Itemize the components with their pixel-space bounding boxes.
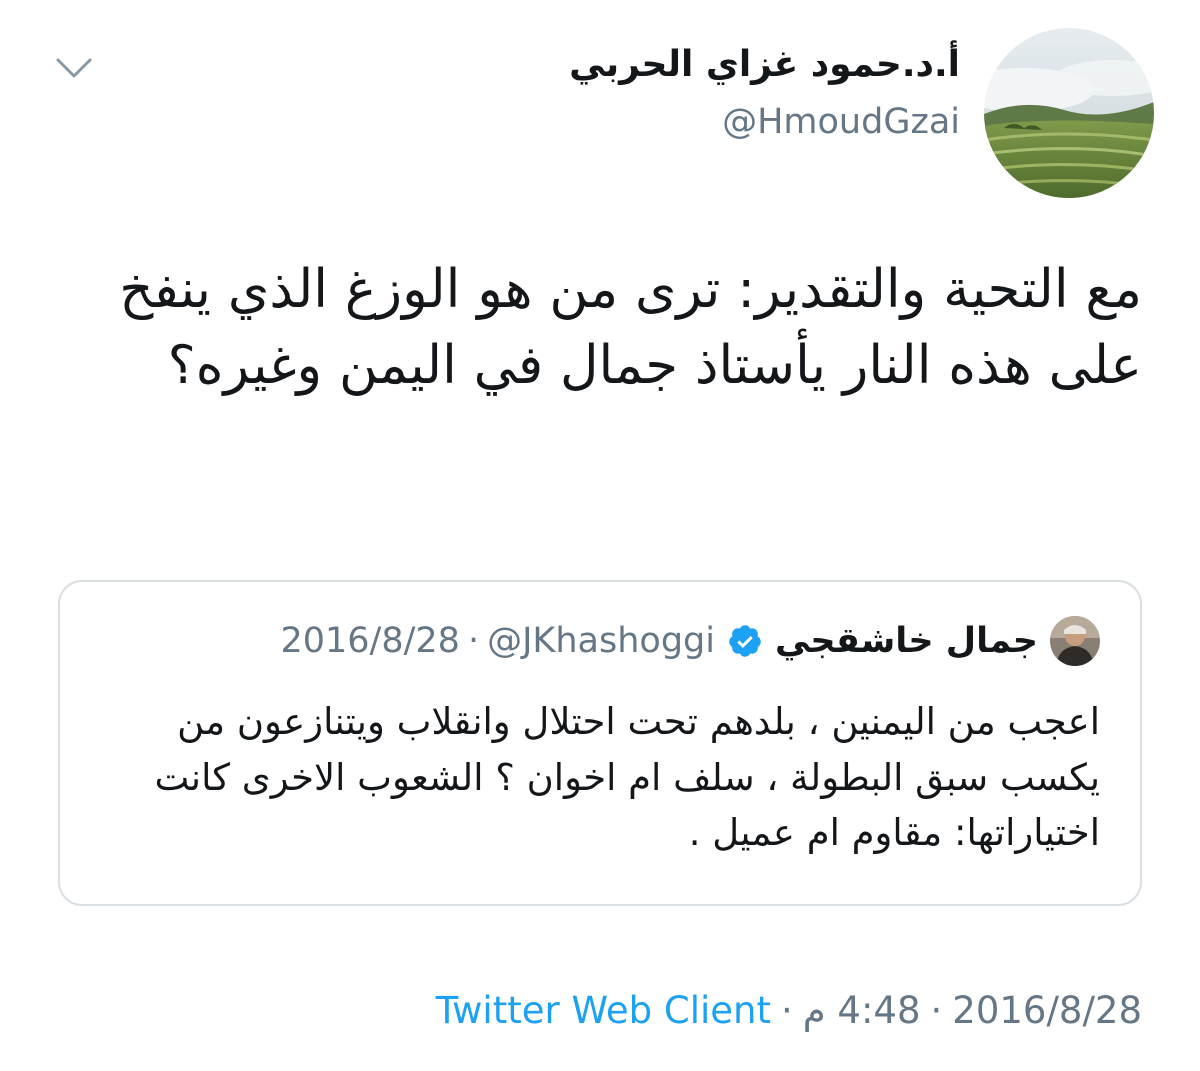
quoted-author-name[interactable]: جمال خاشقجي: [775, 621, 1038, 661]
tweet-text: مع التحية والتقدير: ترى من هو الوزغ الذي…: [119, 259, 1142, 396]
quoted-tweet-card[interactable]: جمال خاشقجي 2016/8/28 · @JKhashoggi اعجب…: [58, 580, 1142, 906]
tweet-footer: 2016/8/28 · 4:48 م · Twitter Web Client: [436, 988, 1142, 1032]
chevron-down-icon[interactable]: [52, 50, 96, 86]
quoted-tweet-text: اعجب من اليمنين ، بلدهم تحت احتلال وانقل…: [154, 700, 1100, 854]
quoted-tweet-header: جمال خاشقجي 2016/8/28 · @JKhashoggi: [280, 612, 1100, 670]
footer-separator: ·: [930, 988, 943, 1032]
author-handle[interactable]: @HmoudGzai: [722, 102, 960, 142]
quoted-date[interactable]: 2016/8/28: [280, 621, 459, 661]
meta-separator: ·: [467, 621, 480, 661]
verified-badge-icon: [729, 625, 761, 657]
quoted-tweet-meta: 2016/8/28 · @JKhashoggi: [280, 621, 715, 661]
tweet-date[interactable]: 2016/8/28: [952, 989, 1142, 1032]
source-client-link[interactable]: Twitter Web Client: [436, 989, 771, 1032]
author-display-name[interactable]: أ.د.حمود غزاي الحربي: [569, 44, 960, 85]
quoted-author-handle[interactable]: @JKhashoggi: [487, 621, 715, 661]
footer-separator: ·: [780, 988, 793, 1032]
tweet-time[interactable]: 4:48 م: [803, 989, 921, 1032]
quoted-author-avatar[interactable]: [1050, 616, 1100, 666]
author-avatar[interactable]: [984, 28, 1154, 198]
